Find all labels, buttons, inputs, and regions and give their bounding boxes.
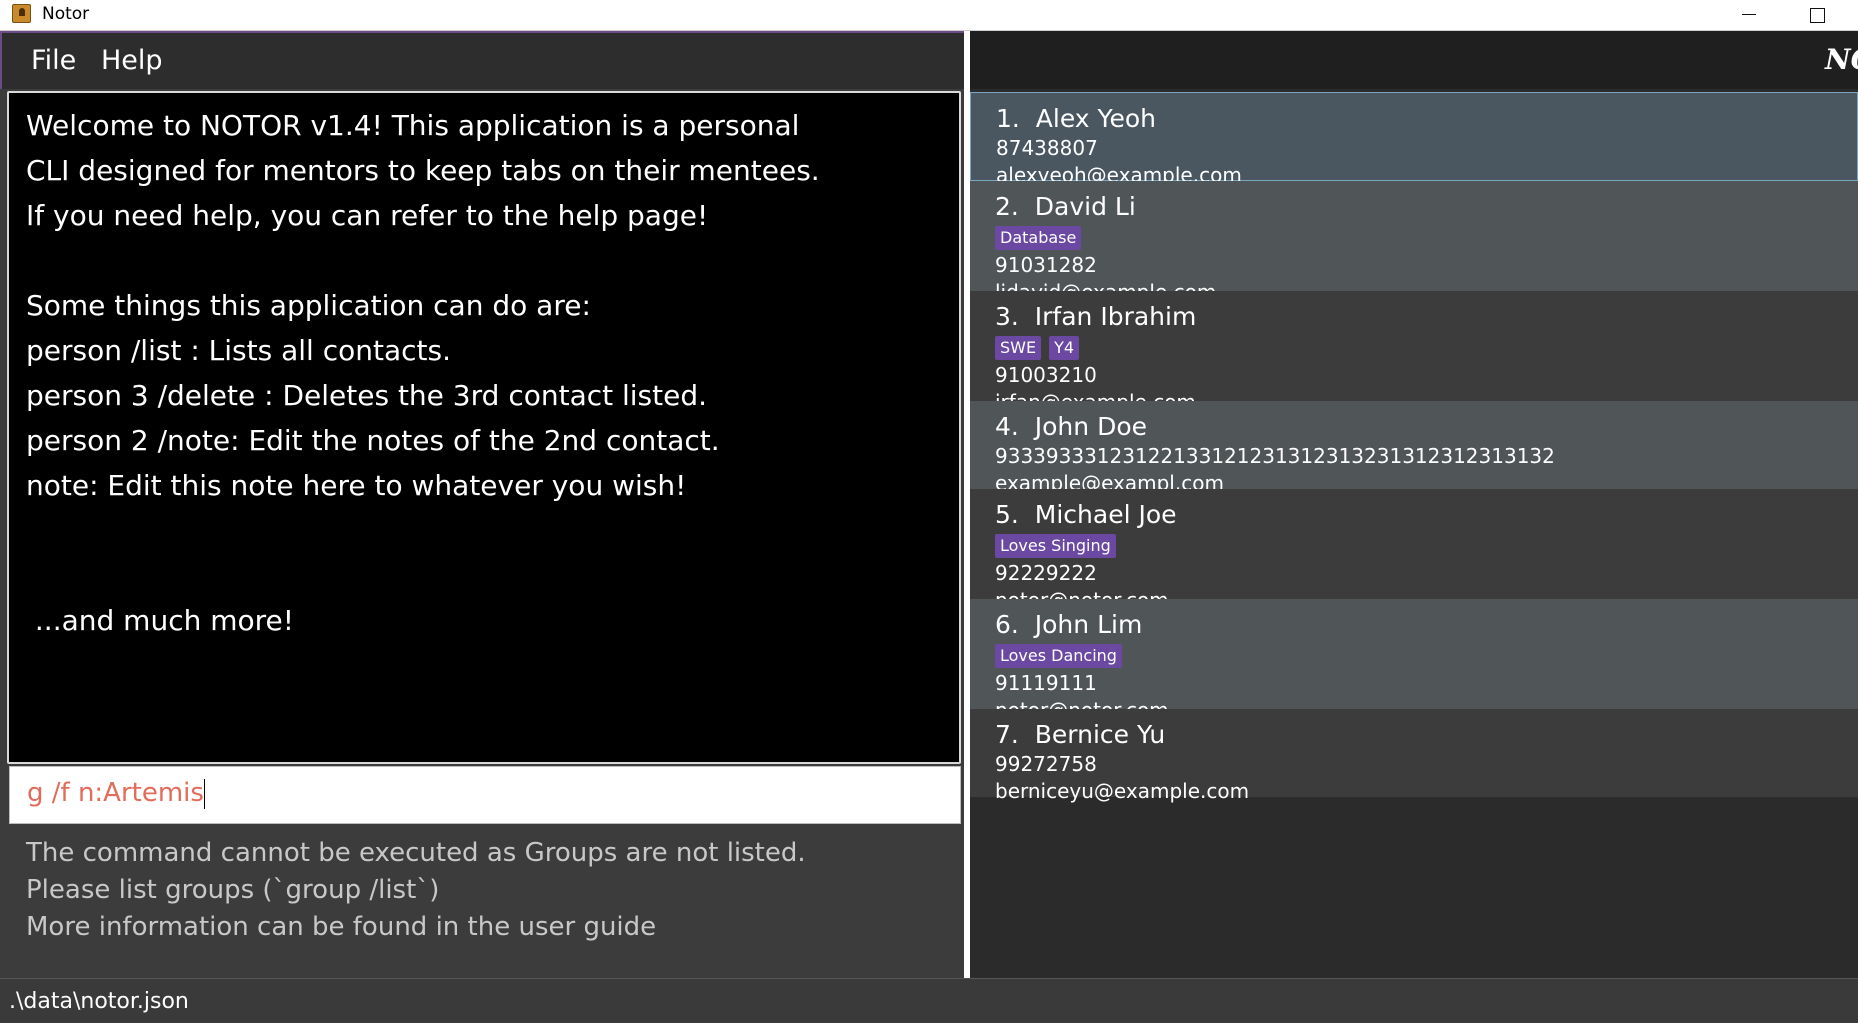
feedback-line: More information can be found in the use… — [26, 912, 657, 942]
person-index: 3. — [995, 302, 1019, 331]
result-line: ...and much more! — [26, 604, 294, 637]
result-display[interactable]: Welcome to NOTOR v1.4! This application … — [7, 91, 961, 764]
person-card[interactable]: 2. David LiDatabase91031282lidavid@examp… — [970, 181, 1858, 304]
person-header: 1. Alex Yeoh — [996, 103, 1857, 135]
menu-file[interactable]: File — [31, 45, 76, 76]
result-line — [26, 508, 942, 553]
menu-bar: File Help — [0, 31, 966, 89]
person-header: 6. John Lim — [995, 609, 1858, 641]
person-phone: 91031282 — [995, 253, 1097, 277]
tag-badge: Database — [995, 226, 1082, 250]
result-line: CLI designed for mentors to keep tabs on… — [26, 154, 820, 187]
person-name: Alex Yeoh — [1035, 104, 1156, 133]
person-index: 2. — [995, 192, 1019, 221]
menu-help[interactable]: Help — [101, 45, 163, 76]
tag-list: Loves Dancing — [995, 641, 1858, 670]
text-caret — [203, 778, 205, 809]
window-title: Notor — [42, 4, 90, 24]
person-name: Michael Joe — [1034, 500, 1177, 529]
person-list[interactable]: 1. Alex Yeoh 87438807 alexyeoh@example.com… — [970, 92, 1858, 978]
person-header: 3. Irfan Ibrahim — [995, 301, 1858, 333]
person-index: 5. — [995, 500, 1019, 529]
command-box[interactable]: g /f n:Artemis — [9, 766, 961, 824]
person-header: 7. Bernice Yu — [995, 719, 1858, 751]
title-bar: Notor — [0, 0, 1858, 31]
result-line: Welcome to NOTOR v1.4! This application … — [26, 109, 800, 142]
maximize-icon[interactable] — [1788, 0, 1846, 31]
person-index: 1. — [996, 104, 1020, 133]
brand-logo: NOTOR — [1825, 43, 1858, 76]
feedback-display: The command cannot be executed as Groups… — [9, 833, 961, 973]
result-line — [26, 238, 942, 283]
tag-list: Database — [995, 223, 1858, 252]
result-line: person 2 /note: Edit the notes of the 2n… — [26, 424, 720, 457]
person-index: 4. — [995, 412, 1019, 441]
person-name: John Lim — [1034, 610, 1143, 639]
result-line: person 3 /delete : Deletes the 3rd conta… — [26, 379, 708, 412]
tag-list: Loves Singing — [995, 531, 1858, 560]
person-card[interactable]: 7. Bernice Yu 99272758 berniceyu@example.c… — [970, 709, 1858, 803]
person-phone: 91003210 — [995, 363, 1097, 387]
tag-list: SWE Y4 — [995, 333, 1858, 362]
person-index: 7. — [995, 720, 1019, 749]
command-text: g /f n:Artemis — [27, 778, 204, 808]
person-card[interactable]: 3. Irfan IbrahimSWEY491003210irfan@examp… — [970, 291, 1858, 414]
result-line — [26, 553, 942, 598]
person-card[interactable]: 1. Alex Yeoh 87438807 alexyeoh@example.com — [970, 92, 1858, 187]
right-header: NOTOR — [970, 31, 1858, 89]
person-phone: 92229222 — [995, 561, 1097, 585]
person-name: David Li — [1034, 192, 1136, 221]
person-phone: 99272758 — [995, 752, 1097, 776]
person-phone: 9333933312312213312123131231323131231231… — [995, 444, 1555, 468]
tag-badge: SWE — [995, 336, 1042, 360]
command-input[interactable]: g /f n:Artemis — [27, 778, 927, 809]
app-icon — [12, 4, 31, 23]
minimize-icon[interactable] — [1720, 0, 1778, 31]
tag-badge: Loves Dancing — [995, 644, 1122, 668]
save-location: .\data\notor.json — [9, 989, 189, 1014]
result-line: If you need help, you can refer to the h… — [26, 199, 709, 232]
feedback-line: Please list groups (`group /list`) — [26, 875, 440, 905]
person-card[interactable]: 5. Michael JoeLoves Singing92229222notor… — [970, 489, 1858, 612]
result-line: Some things this application can do are: — [26, 289, 591, 322]
person-name: Bernice Yu — [1034, 720, 1166, 749]
feedback-line: The command cannot be executed as Groups… — [26, 838, 806, 868]
person-email: berniceyu@example.com — [995, 779, 1250, 803]
right-panel: NOTOR 1. Alex Yeoh87438807alexyeoh@examp… — [970, 31, 1858, 978]
person-phone: 87438807 — [996, 136, 1098, 160]
result-line: note: Edit this note here to whatever yo… — [26, 469, 687, 502]
person-name: Irfan Ibrahim — [1034, 302, 1197, 331]
status-bar: .\data\notor.json — [0, 978, 1858, 1023]
person-phone: 91119111 — [995, 671, 1097, 695]
tag-badge: Loves Singing — [995, 534, 1116, 558]
person-card[interactable]: 6. John LimLoves Dancing91119111notor@no… — [970, 599, 1858, 722]
result-line: person /list : Lists all contacts. — [26, 334, 451, 367]
person-header: 5. Michael Joe — [995, 499, 1858, 531]
tag-badge: Y4 — [1049, 336, 1080, 360]
person-header: 2. David Li — [995, 191, 1858, 223]
person-index: 6. — [995, 610, 1019, 639]
person-header: 4. John Doe — [995, 411, 1858, 443]
left-panel: File Help Welcome to NOTOR v1.4! This ap… — [0, 31, 966, 978]
person-name: John Doe — [1034, 412, 1147, 441]
person-card[interactable]: 4. John Doe 93339333123122133121231312313… — [970, 401, 1858, 495]
